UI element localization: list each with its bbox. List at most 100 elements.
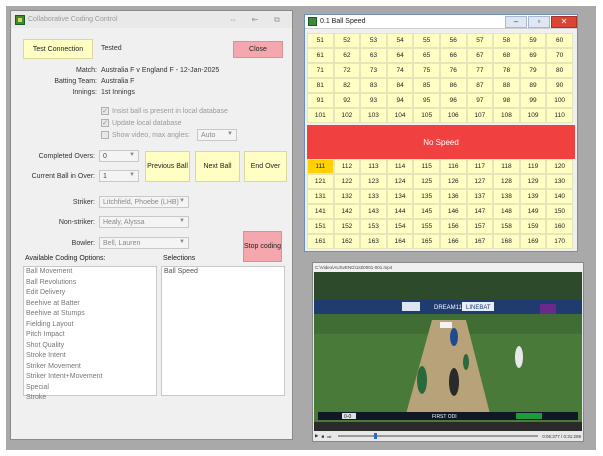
minimize-icon[interactable]: –	[505, 15, 527, 28]
option-item[interactable]: Striker Movement	[24, 362, 156, 373]
speed-cell[interactable]: 74	[386, 63, 414, 78]
speed-cell[interactable]: 131	[307, 189, 334, 204]
swap-icon[interactable]: ⇔	[222, 15, 244, 24]
speed-cell[interactable]: 62	[333, 48, 361, 63]
speed-cell[interactable]: 52	[333, 33, 361, 48]
speed-cell[interactable]: 75	[413, 63, 440, 78]
speed-cell[interactable]: 73	[360, 63, 387, 78]
speed-cell[interactable]: 81	[307, 78, 334, 93]
selections-list[interactable]: Ball Speed	[161, 266, 285, 396]
speed-cell[interactable]: 117	[466, 159, 494, 174]
speed-cell[interactable]: 88	[493, 78, 520, 93]
play-icon[interactable]: ▶	[315, 433, 318, 439]
no-speed-button[interactable]: No Speed	[307, 125, 575, 159]
speed-cell[interactable]: 136	[439, 189, 467, 204]
speed-cell[interactable]: 98	[493, 93, 520, 108]
speed-cell[interactable]: 103	[360, 108, 387, 123]
speed-cell[interactable]: 113	[360, 159, 387, 174]
speed-cell[interactable]: 51	[307, 33, 334, 48]
speed-cell[interactable]: 150	[546, 204, 573, 219]
speed-cell[interactable]: 66	[439, 48, 467, 63]
seek-thumb[interactable]	[374, 433, 378, 439]
option-item[interactable]: Special	[24, 383, 156, 394]
speed-cell[interactable]: 168	[493, 234, 520, 249]
speed-cell[interactable]: 85	[413, 78, 440, 93]
speed-cell[interactable]: 155	[413, 219, 440, 234]
speed-cell[interactable]: 59	[519, 33, 547, 48]
speed-cell[interactable]: 134	[386, 189, 414, 204]
current-ball-select[interactable]: 1 ▼	[99, 170, 139, 182]
striker-select[interactable]: Litchfield, Phoebe (LHB) ▼	[99, 196, 189, 208]
speed-cell[interactable]: 141	[307, 204, 334, 219]
step-icon[interactable]: ⏭	[327, 434, 331, 439]
option-item[interactable]: Stroke	[24, 393, 156, 404]
speed-cell[interactable]: 137	[466, 189, 494, 204]
speed-cell[interactable]: 126	[439, 174, 467, 189]
test-connection-button[interactable]: Test Connection	[23, 39, 93, 59]
speed-cell[interactable]: 146	[439, 204, 467, 219]
selection-item[interactable]: Ball Speed	[162, 267, 284, 278]
speed-cell[interactable]: 144	[386, 204, 414, 219]
speed-cell[interactable]: 148	[493, 204, 520, 219]
speed-cell[interactable]: 101	[307, 108, 334, 123]
speed-cell[interactable]: 143	[360, 204, 387, 219]
speed-cell[interactable]: 128	[493, 174, 520, 189]
option-item[interactable]: Ball Movement	[24, 267, 156, 278]
speed-cell[interactable]: 114	[386, 159, 414, 174]
speed-cell[interactable]: 123	[360, 174, 387, 189]
speed-cell[interactable]: 70	[546, 48, 573, 63]
speed-cell[interactable]: 158	[493, 219, 520, 234]
speed-cell[interactable]: 55	[413, 33, 440, 48]
speed-cell[interactable]: 124	[386, 174, 414, 189]
option-item[interactable]: Edit Delivery	[24, 288, 156, 299]
speed-cell[interactable]: 89	[519, 78, 547, 93]
option-item[interactable]: Shot Quality	[24, 341, 156, 352]
end-over-button[interactable]: End Over	[244, 151, 287, 182]
speed-cell[interactable]: 80	[546, 63, 573, 78]
available-options-list[interactable]: Ball Movement Ball Revolutions Edit Deli…	[23, 266, 157, 401]
speed-cell[interactable]: 72	[333, 63, 361, 78]
speed-cell[interactable]: 115	[413, 159, 440, 174]
speed-cell[interactable]: 135	[413, 189, 440, 204]
speed-cell[interactable]: 95	[413, 93, 440, 108]
update-db-checkbox[interactable]: ✓ Update local database	[101, 119, 182, 127]
option-item[interactable]: Stroke Intent	[24, 351, 156, 362]
speed-cell[interactable]: 65	[413, 48, 440, 63]
speed-cell[interactable]: 157	[466, 219, 494, 234]
speed-cell[interactable]: 154	[386, 219, 414, 234]
speed-cell[interactable]: 153	[360, 219, 387, 234]
speed-cell[interactable]: 71	[307, 63, 334, 78]
speed-cell[interactable]: 156	[439, 219, 467, 234]
restore-icon[interactable]: ⧉	[266, 15, 288, 25]
speed-cell[interactable]: 169	[519, 234, 547, 249]
speed-cell[interactable]: 96	[439, 93, 467, 108]
speed-cell[interactable]: 130	[546, 174, 573, 189]
speed-cell[interactable]: 94	[386, 93, 414, 108]
speed-cell[interactable]: 145	[413, 204, 440, 219]
speed-cell[interactable]: 105	[413, 108, 440, 123]
speed-cell[interactable]: 147	[466, 204, 494, 219]
speed-cell[interactable]: 76	[439, 63, 467, 78]
speed-cell[interactable]: 79	[519, 63, 547, 78]
speed-cell[interactable]: 56	[439, 33, 467, 48]
speed-cell[interactable]: 120	[546, 159, 573, 174]
speed-cell[interactable]: 91	[307, 93, 334, 108]
speed-cell[interactable]: 167	[466, 234, 494, 249]
speed-cell[interactable]: 170	[546, 234, 573, 249]
speed-cell[interactable]: 104	[386, 108, 414, 123]
speed-cell[interactable]: 127	[466, 174, 494, 189]
speed-cell[interactable]: 61	[307, 48, 334, 63]
speed-cell[interactable]: 57	[466, 33, 494, 48]
show-video-checkbox[interactable]: Show video, max angles:	[101, 131, 190, 139]
speed-cell[interactable]: 149	[519, 204, 547, 219]
speed-cell[interactable]: 116	[439, 159, 467, 174]
close-icon[interactable]: ✕	[551, 15, 577, 28]
speed-cell[interactable]: 82	[333, 78, 361, 93]
speed-cell[interactable]: 122	[333, 174, 361, 189]
speed-cell[interactable]: 78	[493, 63, 520, 78]
speed-cell[interactable]: 159	[519, 219, 547, 234]
speed-cell[interactable]: 161	[307, 234, 334, 249]
speed-cell[interactable]: 67	[466, 48, 494, 63]
speed-cell[interactable]: 108	[493, 108, 520, 123]
speed-cell[interactable]: 87	[466, 78, 494, 93]
